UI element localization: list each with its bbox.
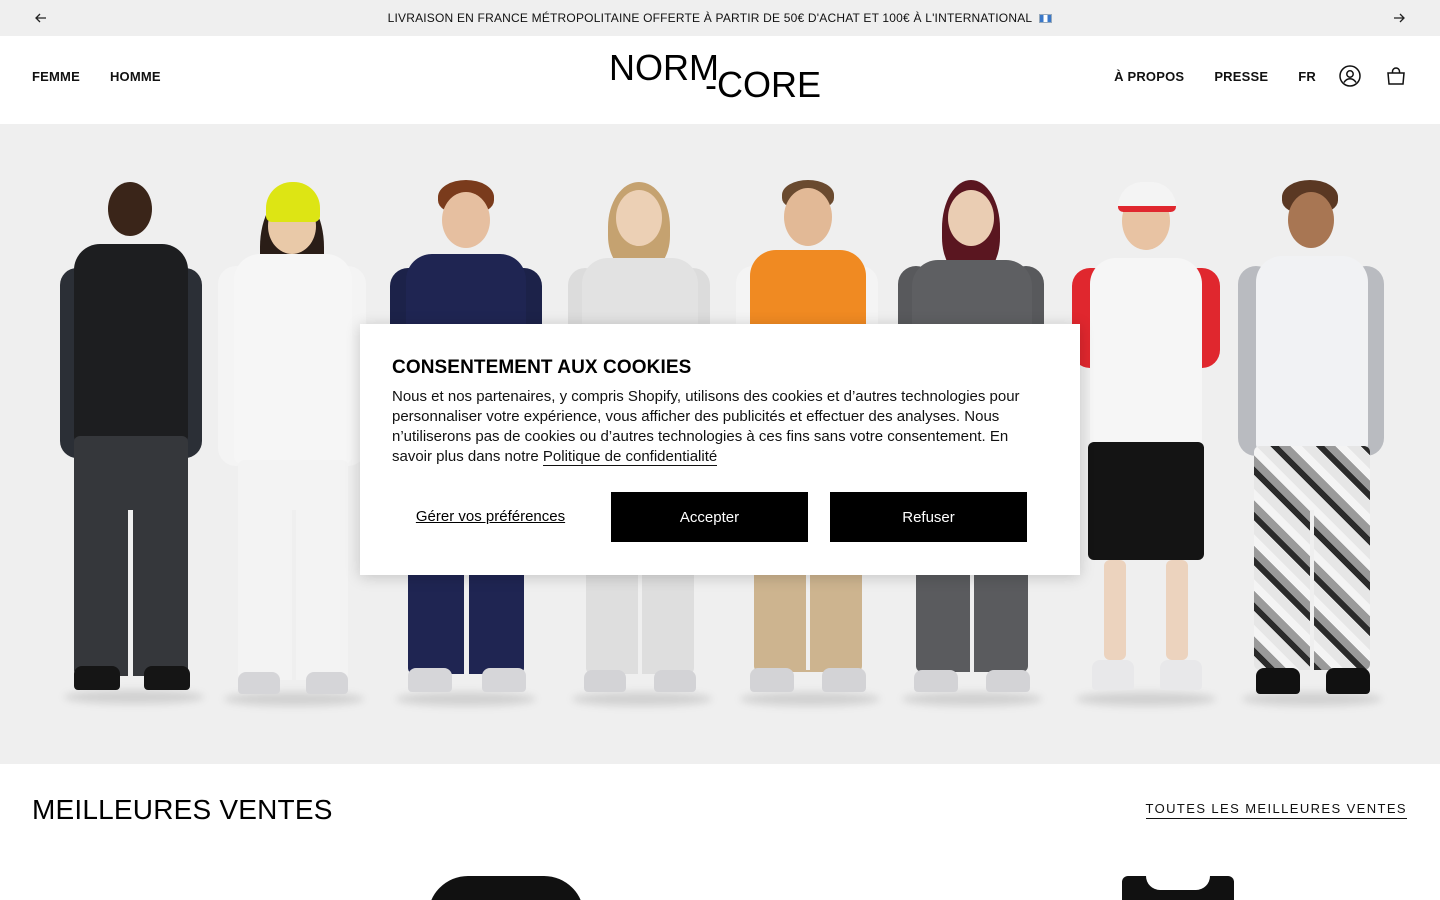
manage-preferences-button[interactable]: Gérer vos préférences [392, 492, 589, 542]
model-figure [1068, 180, 1224, 710]
site-logo[interactable]: NORM -CORE [609, 50, 831, 104]
announcement-prev-button[interactable] [32, 9, 50, 27]
nav-a-propos[interactable]: À PROPOS [1114, 69, 1184, 84]
account-button[interactable] [1338, 64, 1362, 88]
announcement-bar: LIVRAISON EN FRANCE MÉTROPOLITAINE OFFER… [0, 0, 1440, 36]
arrow-right-icon [1394, 13, 1405, 23]
secondary-nav: À PROPOS PRESSE FR [1114, 36, 1408, 116]
announcement-text: LIVRAISON EN FRANCE MÉTROPOLITAINE OFFER… [388, 11, 1053, 25]
arrow-left-icon [35, 13, 46, 23]
language-selector[interactable]: FR [1298, 69, 1316, 84]
announcement-message: LIVRAISON EN FRANCE MÉTROPOLITAINE OFFER… [387, 11, 1032, 25]
bag-icon [1387, 67, 1405, 85]
nav-homme[interactable]: HOMME [110, 69, 161, 84]
privacy-policy-link[interactable]: Politique de confidentialité [542, 448, 718, 466]
flag-icon [1039, 14, 1053, 23]
logo-line-2: -CORE [705, 64, 821, 105]
model-figure [218, 180, 368, 710]
product-image[interactable] [428, 876, 584, 900]
refuse-cookies-button[interactable]: Refuser [830, 492, 1027, 542]
all-bestsellers-link[interactable]: TOUTES LES MEILLEURES VENTES [1145, 801, 1407, 819]
site-header: FEMME HOMME NORM -CORE À PROPOS PRESSE F… [0, 36, 1440, 124]
logo-line-1: NORM [609, 47, 719, 88]
nav-presse[interactable]: PRESSE [1214, 69, 1268, 84]
announcement-next-button[interactable] [1390, 9, 1408, 27]
cookie-title: CONSENTEMENT AUX COOKIES [392, 357, 692, 378]
accept-cookies-button[interactable]: Accepter [611, 492, 808, 542]
product-image[interactable] [1122, 876, 1234, 900]
nav-femme[interactable]: FEMME [32, 69, 80, 84]
primary-nav: FEMME HOMME [32, 36, 161, 116]
bestsellers-title: MEILLEURES VENTES [32, 794, 333, 825]
account-icon [1339, 65, 1361, 87]
cookie-description: Nous et nos partenaires, y compris Shopi… [392, 387, 1042, 467]
cookie-consent-dialog: CONSENTEMENT AUX COOKIES Nous et nos par… [360, 324, 1080, 575]
cart-button[interactable] [1384, 64, 1408, 88]
model-figure [60, 180, 204, 710]
model-figure [1238, 180, 1386, 710]
